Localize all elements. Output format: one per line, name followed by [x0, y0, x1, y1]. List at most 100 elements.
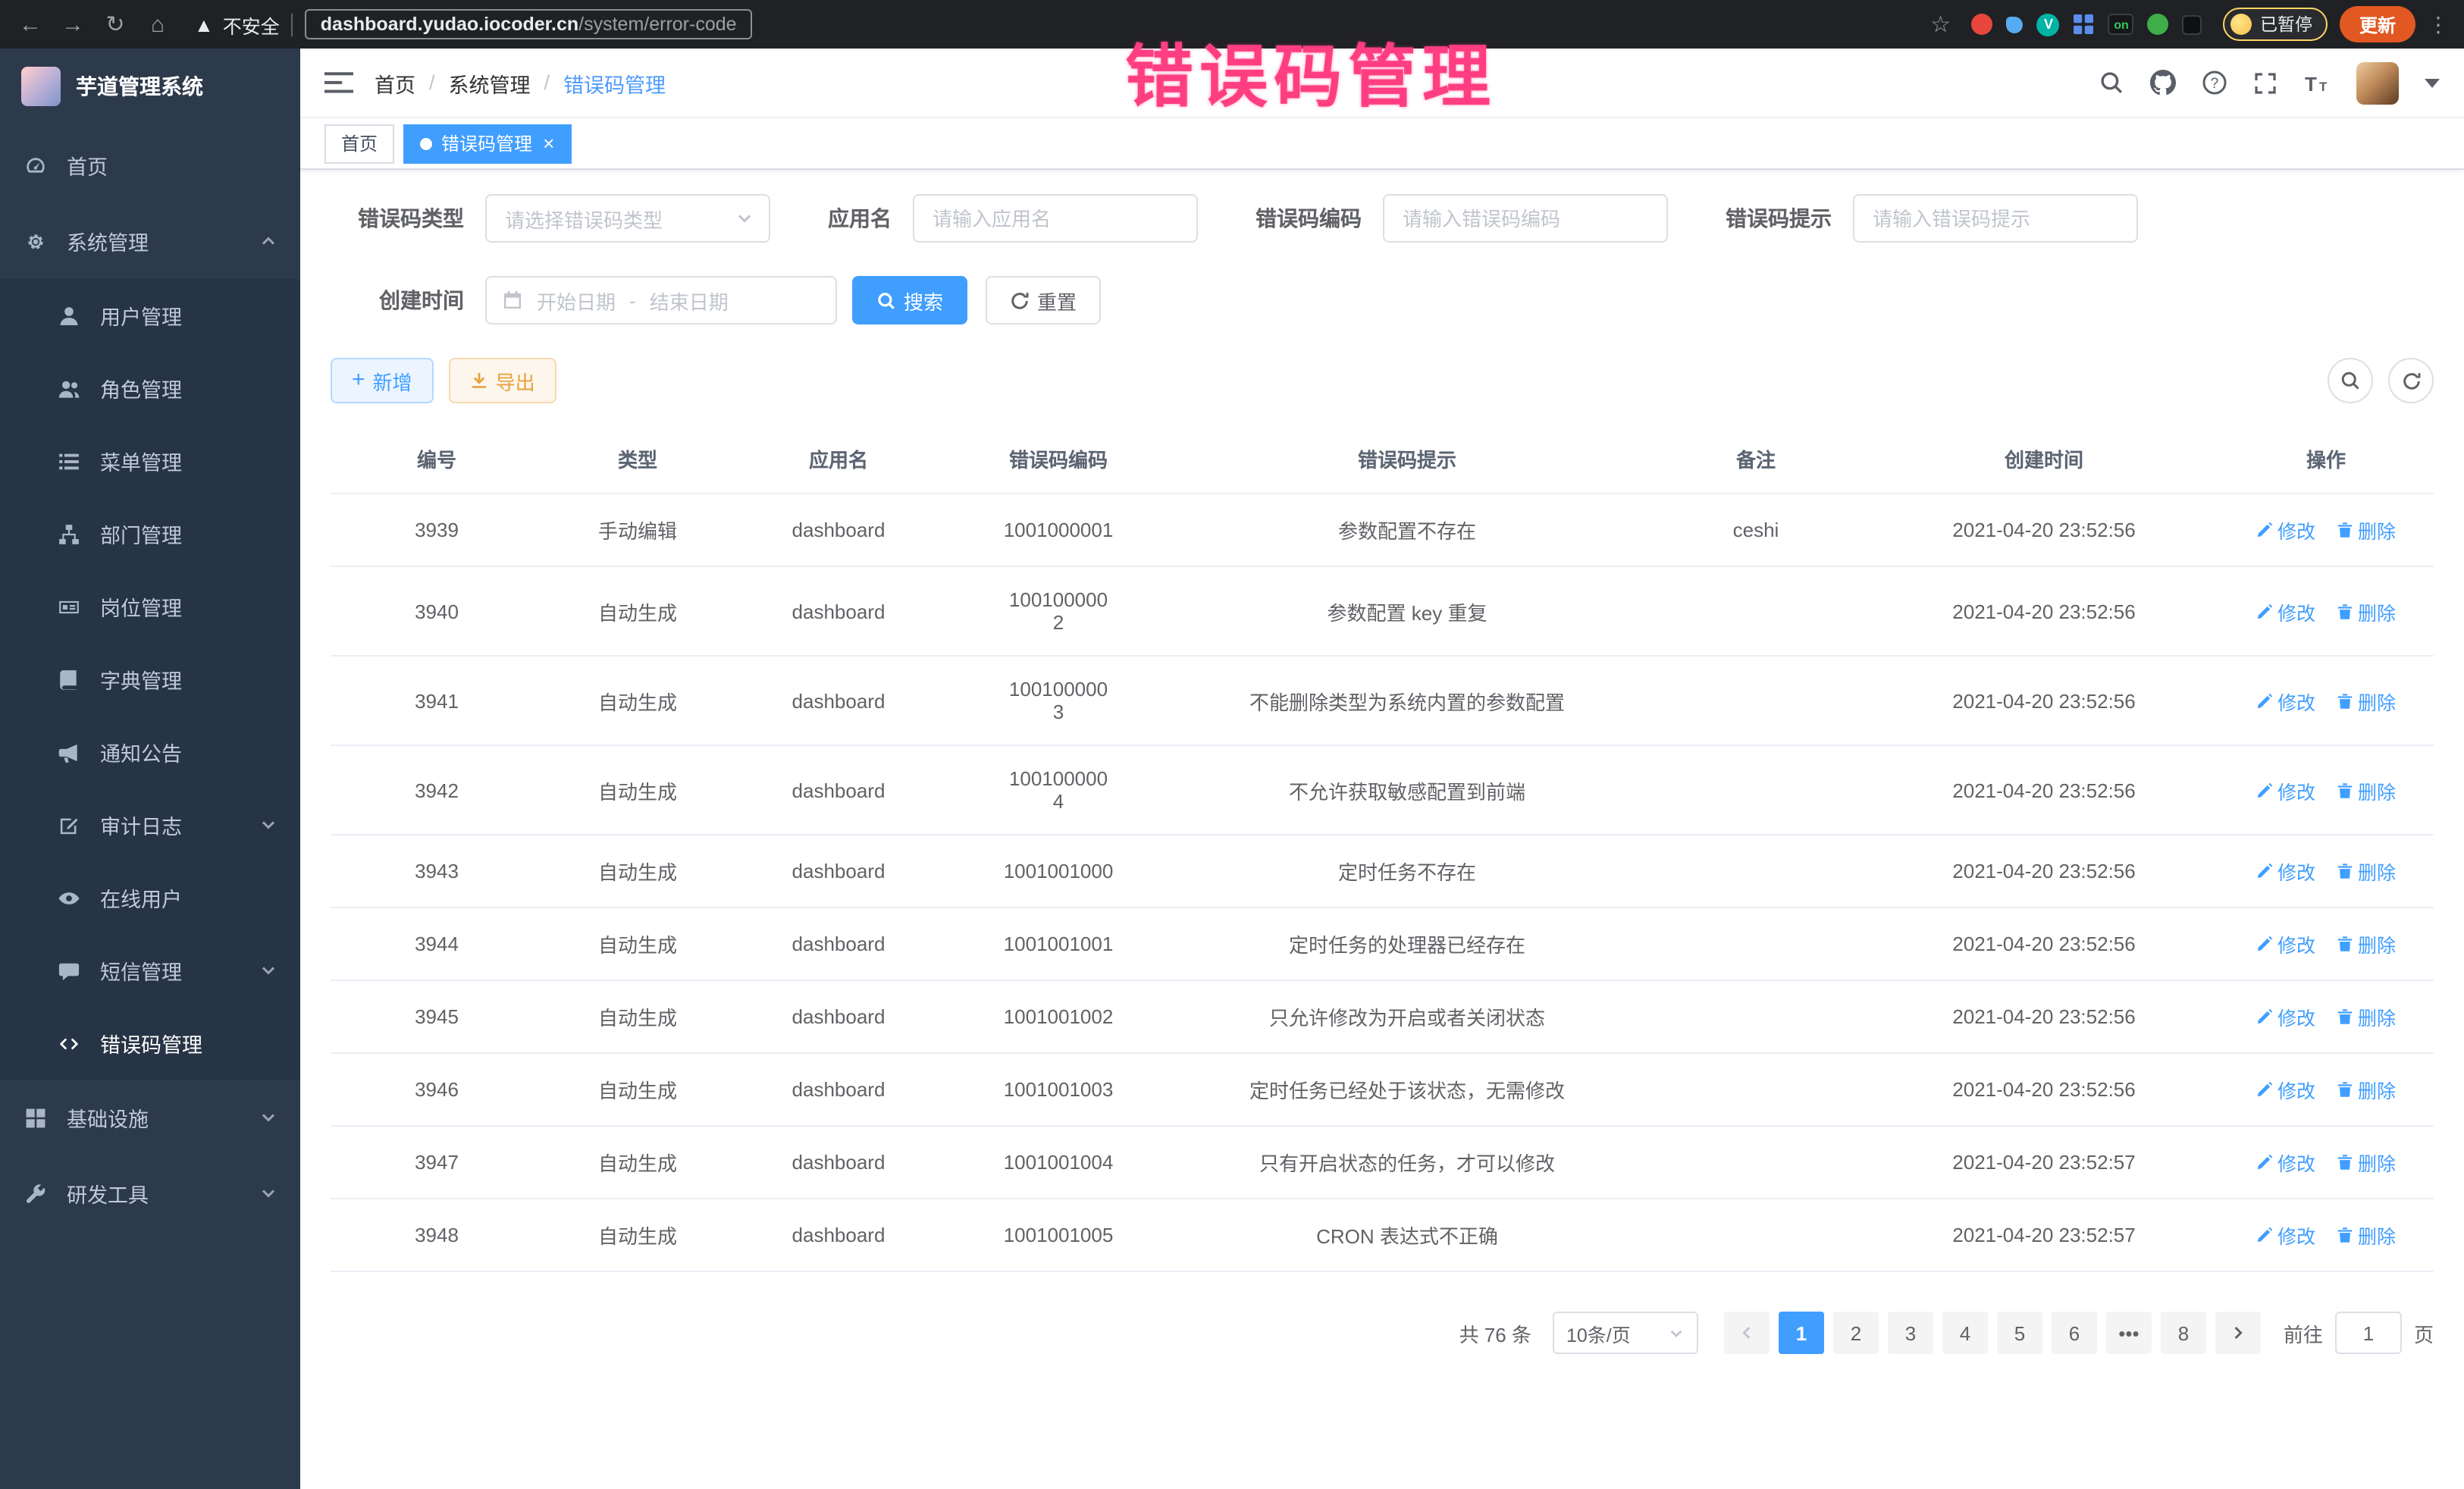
- hamburger-icon[interactable]: [324, 70, 353, 96]
- delete-link[interactable]: 删除: [2337, 929, 2396, 958]
- goto-page-input[interactable]: [2335, 1312, 2402, 1354]
- page-button-2[interactable]: 2: [1833, 1312, 1879, 1354]
- sidebar-item-system[interactable]: 系统管理: [0, 203, 300, 279]
- next-page-button[interactable]: [2215, 1312, 2261, 1354]
- cell-hint: 定时任务不存在: [1172, 835, 1642, 908]
- bookmark-star-icon[interactable]: ☆: [1930, 11, 1951, 38]
- edit-link[interactable]: 修改: [2256, 857, 2315, 886]
- menu-list-icon: [58, 450, 82, 472]
- extension-grid-icon[interactable]: [2074, 14, 2095, 35]
- extension-green-icon[interactable]: [2148, 14, 2169, 35]
- app-header: 首页 / 系统管理 / 错误码管理 ?: [300, 49, 2464, 118]
- page-button-3[interactable]: 3: [1888, 1312, 1933, 1354]
- sidebar-item-通知公告[interactable]: 通知公告: [0, 716, 300, 788]
- sidebar-item-用户管理[interactable]: 用户管理: [0, 279, 300, 352]
- edit-link[interactable]: 修改: [2256, 776, 2315, 804]
- url-bar[interactable]: dashboard.yudao.iocoder.cn/system/error-…: [306, 9, 752, 39]
- search-icon[interactable]: [2099, 70, 2124, 96]
- breadcrumb-system[interactable]: 系统管理: [449, 67, 531, 98]
- error-code-input[interactable]: [1383, 194, 1668, 243]
- sidebar-item-菜单管理[interactable]: 菜单管理: [0, 425, 300, 497]
- tab-home[interactable]: 首页: [324, 124, 394, 163]
- delete-link[interactable]: 删除: [2337, 1221, 2396, 1249]
- eye-icon: [58, 886, 82, 909]
- page-button-6[interactable]: 6: [2052, 1312, 2097, 1354]
- page-button-8[interactable]: 8: [2161, 1312, 2206, 1354]
- delete-link[interactable]: 删除: [2337, 857, 2396, 886]
- date-range-picker[interactable]: 开始日期 - 结束日期: [485, 276, 837, 324]
- edit-pencil-icon: [2256, 1227, 2273, 1243]
- search-toggle-button[interactable]: [2328, 358, 2373, 403]
- sidebar-item-基础设施[interactable]: 基础设施: [0, 1080, 300, 1155]
- sidebar-item-home[interactable]: 首页: [0, 127, 300, 203]
- sidebar-item-部门管理[interactable]: 部门管理: [0, 497, 300, 570]
- delete-link[interactable]: 删除: [2337, 1148, 2396, 1177]
- help-icon[interactable]: ?: [2202, 70, 2227, 96]
- delete-link[interactable]: 删除: [2337, 516, 2396, 544]
- cell-remark: [1642, 1199, 1870, 1271]
- edit-link[interactable]: 修改: [2256, 1148, 2315, 1177]
- divider: [292, 13, 293, 36]
- sidebar-item-字典管理[interactable]: 字典管理: [0, 643, 300, 716]
- extension-v-icon[interactable]: V: [2037, 13, 2060, 36]
- page-button-5[interactable]: 5: [1997, 1312, 2042, 1354]
- delete-link[interactable]: 删除: [2337, 1075, 2396, 1104]
- delete-link[interactable]: 删除: [2337, 686, 2396, 715]
- edit-link[interactable]: 修改: [2256, 686, 2315, 715]
- cell-code: 1001000001: [945, 494, 1172, 566]
- sidebar-item-在线用户[interactable]: 在线用户: [0, 861, 300, 934]
- cell-code: 100100000 3: [945, 656, 1172, 745]
- home-icon[interactable]: ⌂: [143, 11, 173, 37]
- edit-link[interactable]: 修改: [2256, 516, 2315, 544]
- forward-icon[interactable]: →: [58, 11, 88, 37]
- edit-link[interactable]: 修改: [2256, 1221, 2315, 1249]
- edit-link[interactable]: 修改: [2256, 1002, 2315, 1031]
- extension-blue-icon[interactable]: [2007, 16, 2024, 33]
- sidebar-item-角色管理[interactable]: 角色管理: [0, 352, 300, 425]
- user-avatar[interactable]: [2356, 61, 2399, 104]
- page-button-1[interactable]: 1: [1779, 1312, 1824, 1354]
- close-icon[interactable]: ×: [543, 133, 554, 153]
- app-logo[interactable]: 芋道管理系统: [0, 49, 300, 124]
- page-button-4[interactable]: 4: [1942, 1312, 1988, 1354]
- app-name-input[interactable]: [913, 194, 1198, 243]
- site-security-chip[interactable]: ▲ 不安全: [194, 10, 280, 39]
- page-ellipsis[interactable]: •••: [2106, 1312, 2152, 1354]
- breadcrumb-home[interactable]: 首页: [375, 67, 415, 98]
- export-button[interactable]: 导出: [449, 358, 556, 403]
- reload-icon[interactable]: ↻: [100, 11, 130, 38]
- browser-profile-badge[interactable]: 已暂停: [2224, 8, 2328, 41]
- extension-red-icon[interactable]: [1972, 14, 1993, 35]
- refresh-button[interactable]: [2388, 358, 2434, 403]
- delete-link[interactable]: 删除: [2337, 597, 2396, 625]
- fullscreen-icon[interactable]: [2253, 71, 2277, 95]
- tab-error-code[interactable]: 错误码管理 ×: [403, 124, 571, 163]
- sidebar-item-审计日志[interactable]: 审计日志: [0, 788, 300, 861]
- page-size-select[interactable]: 10条/页: [1553, 1312, 1698, 1354]
- update-button[interactable]: 更新: [2340, 6, 2415, 42]
- error-hint-input[interactable]: [1853, 194, 2138, 243]
- search-button[interactable]: 搜索: [852, 276, 967, 324]
- browser-menu-icon[interactable]: ⋮: [2428, 11, 2449, 37]
- caret-down-icon[interactable]: [2425, 78, 2440, 87]
- active-dot-icon: [420, 137, 432, 149]
- extension-puzzle-icon[interactable]: [2183, 14, 2202, 34]
- edit-link[interactable]: 修改: [2256, 597, 2315, 625]
- add-button[interactable]: + 新增: [331, 358, 434, 403]
- error-type-select[interactable]: 请选择错误码类型: [485, 194, 770, 243]
- github-icon[interactable]: [2150, 70, 2176, 96]
- sidebar-item-短信管理[interactable]: 短信管理: [0, 934, 300, 1007]
- extension-vpn-icon[interactable]: on: [2108, 14, 2134, 35]
- edit-link[interactable]: 修改: [2256, 1075, 2315, 1104]
- sidebar-item-错误码管理[interactable]: 错误码管理: [0, 1007, 300, 1080]
- sidebar-item-研发工具[interactable]: 研发工具: [0, 1155, 300, 1231]
- delete-link[interactable]: 删除: [2337, 776, 2396, 804]
- font-size-icon[interactable]: TT: [2303, 71, 2331, 95]
- back-icon[interactable]: ←: [15, 11, 45, 37]
- prev-page-button[interactable]: [1724, 1312, 1770, 1354]
- edit-link[interactable]: 修改: [2256, 929, 2315, 958]
- create-time-label: 创建时间: [331, 285, 464, 315]
- sidebar-item-岗位管理[interactable]: 岗位管理: [0, 570, 300, 643]
- delete-link[interactable]: 删除: [2337, 1002, 2396, 1031]
- reset-button[interactable]: 重置: [986, 276, 1101, 324]
